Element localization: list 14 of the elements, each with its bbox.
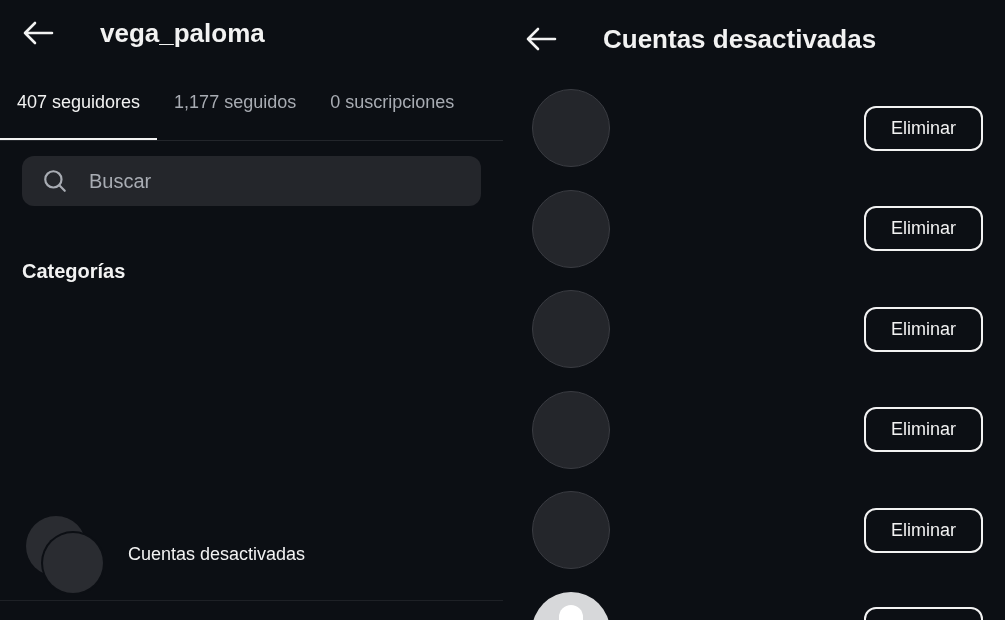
remove-button[interactable]: Eliminar — [864, 407, 983, 452]
profile-username: vega_paloma — [100, 16, 265, 50]
section-heading: Categorías — [22, 259, 127, 284]
page-title: Cuentas desactivadas — [603, 22, 877, 56]
category-label: Cuentas desactivadas — [128, 543, 306, 566]
tab[interactable]: 1,177 seguidos — [157, 66, 314, 140]
tab[interactable]: 0 suscripciones — [313, 66, 472, 140]
search-field[interactable]: Buscar — [22, 156, 481, 206]
remove-button[interactable]: Eliminar — [864, 206, 983, 251]
remove-button[interactable]: Eliminar — [864, 507, 983, 553]
remove-button[interactable]: Eliminar — [864, 105, 983, 151]
category-item[interactable]: Cuentas desactivadas — [0, 509, 503, 601]
tab[interactable]: 407 seguidores — [0, 66, 158, 140]
remove-button[interactable]: Eliminar — [864, 306, 983, 352]
